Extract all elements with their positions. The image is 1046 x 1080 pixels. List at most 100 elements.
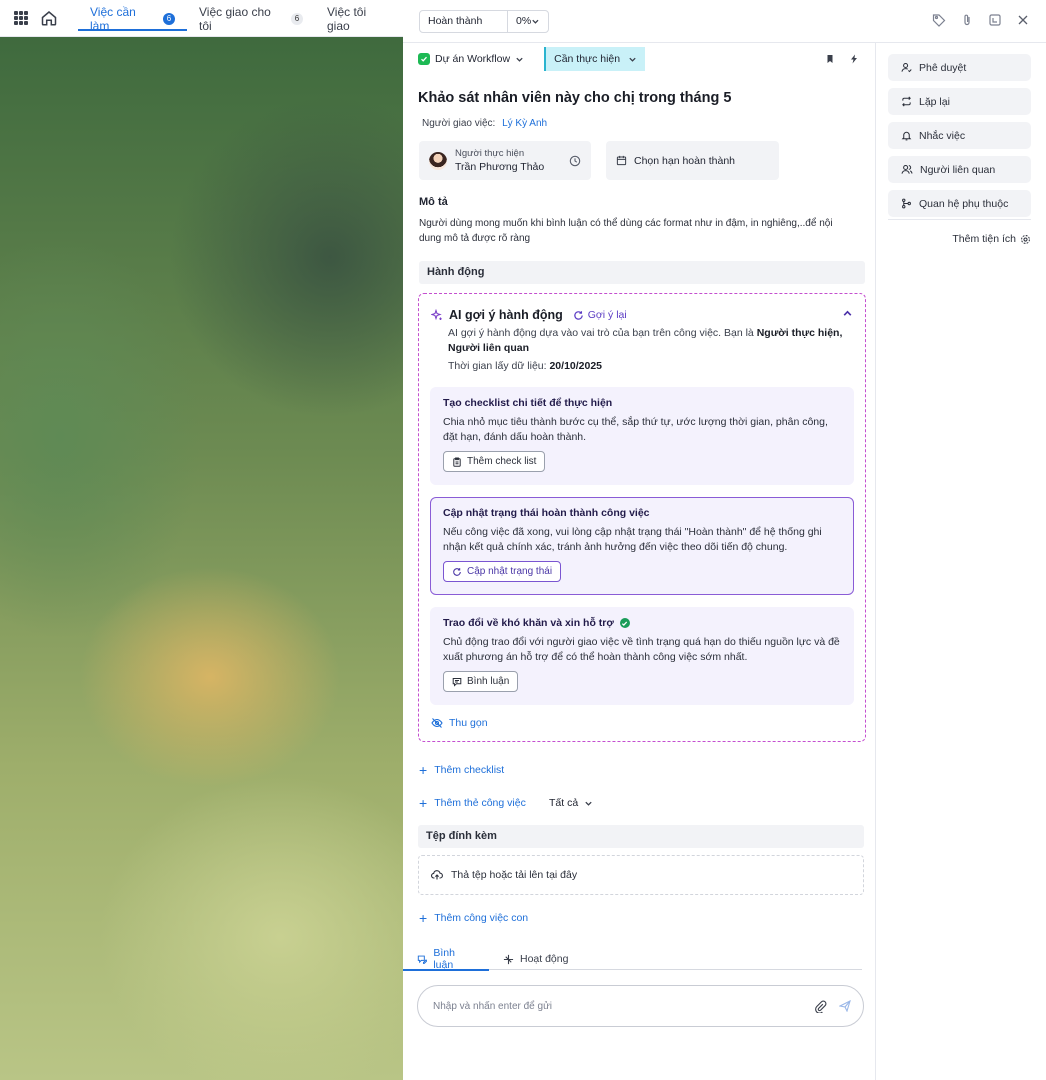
comment-placeholder: Nhập và nhấn enter để gửi bbox=[433, 1000, 552, 1012]
paperclip-icon[interactable] bbox=[814, 1000, 827, 1013]
app-topbar: Việc cần làm 6 Việc giao cho tôi 6 Việc … bbox=[0, 0, 403, 37]
add-checklist-label: Thêm checklist bbox=[434, 764, 505, 776]
progress-select[interactable]: 0% bbox=[508, 11, 548, 32]
sidebar-item-label: Người liên quan bbox=[920, 163, 996, 176]
assigner-link[interactable]: Lý Kỳ Anh bbox=[502, 118, 547, 129]
tab-label: Bình luận bbox=[433, 947, 455, 971]
sidebar-item-label: Quan hệ phụ thuộc bbox=[919, 197, 1009, 210]
avatar bbox=[429, 151, 447, 170]
deadline-field[interactable]: Chọn hạn hoàn thành bbox=[606, 141, 779, 180]
eye-off-icon bbox=[431, 718, 443, 728]
bookmark-icon[interactable] bbox=[825, 54, 835, 64]
paperclip-icon[interactable] bbox=[960, 13, 974, 27]
tab-viec-toi-giao[interactable]: Việc tôi giao bbox=[315, 0, 403, 37]
background-app-content bbox=[0, 37, 403, 1080]
app-grid-icon[interactable] bbox=[14, 11, 28, 25]
tab-viec-can-lam[interactable]: Việc cần làm 6 bbox=[78, 0, 187, 37]
chevron-down-icon bbox=[629, 57, 636, 62]
sidebar-item-label: Lặp lại bbox=[919, 95, 950, 108]
suggestion-desc: Nếu công việc đã xong, vui lòng cập nhật… bbox=[443, 526, 822, 553]
suggestion-title: Tạo checklist chi tiết để thực hiện bbox=[443, 397, 613, 409]
collapse-button[interactable]: Thu gọn bbox=[431, 717, 488, 729]
description-text[interactable]: Người dùng mong muốn khi bình luận có th… bbox=[419, 216, 849, 246]
check-circle-icon bbox=[619, 618, 630, 628]
repeat-icon bbox=[902, 96, 911, 107]
close-icon[interactable] bbox=[1016, 13, 1030, 27]
comment-icon bbox=[452, 677, 462, 687]
button-label: Cập nhật trạng thái bbox=[467, 566, 553, 577]
tab-activity[interactable]: Hoạt động bbox=[489, 948, 582, 970]
user-check-icon bbox=[901, 62, 912, 73]
executor-field[interactable]: Người thực hiện Trần Phương Thảo bbox=[419, 141, 591, 180]
chevron-down-icon bbox=[516, 57, 523, 62]
filter-value: Tất cả bbox=[549, 797, 579, 809]
task-main-content: Dự án Workflow Cần thực hiện Khảo sát nh… bbox=[403, 43, 876, 1080]
project-select[interactable]: Dự án Workflow bbox=[418, 53, 524, 65]
deadline-label: Chọn hạn hoàn thành bbox=[634, 154, 736, 167]
tag-filter-select[interactable]: Tất cả bbox=[549, 797, 593, 809]
tab-comments[interactable]: Bình luận bbox=[403, 947, 489, 971]
sidebar-divider bbox=[888, 219, 1031, 220]
comment-edit-icon bbox=[417, 955, 428, 964]
tab-label: Việc tôi giao bbox=[326, 4, 367, 33]
regenerate-button[interactable]: Gợi ý lại bbox=[573, 309, 627, 321]
home-icon[interactable] bbox=[40, 9, 58, 27]
sidebar-approval-button[interactable]: Phê duyệt bbox=[888, 54, 1031, 81]
suggestion-desc: Chia nhỏ mục tiêu thành bước cụ thể, sắp… bbox=[443, 416, 828, 443]
tab-label: Việc cần làm bbox=[90, 4, 136, 33]
ai-title: AI gợi ý hành động bbox=[449, 308, 563, 322]
regenerate-label: Gợi ý lại bbox=[587, 309, 627, 321]
actions-section-header: Hành động bbox=[419, 261, 865, 284]
comment-button[interactable]: Bình luận bbox=[443, 671, 519, 692]
comment-input-box[interactable]: Nhập và nhấn enter để gửi bbox=[417, 985, 864, 1027]
project-logo-icon bbox=[418, 53, 430, 65]
tab-viec-giao-cho-toi[interactable]: Việc giao cho tôi 6 bbox=[187, 0, 315, 37]
tab-label: Việc giao cho tôi bbox=[198, 4, 271, 33]
activity-tabs: Bình luận Hoạt động bbox=[403, 947, 862, 971]
sidebar-reminder-button[interactable]: Nhắc việc bbox=[888, 122, 1031, 149]
send-icon[interactable] bbox=[839, 1000, 851, 1012]
add-checklist-link[interactable]: + Thêm checklist bbox=[419, 762, 505, 778]
users-icon bbox=[901, 164, 913, 174]
sidebar-repeat-button[interactable]: Lặp lại bbox=[888, 88, 1031, 115]
subtask-icon[interactable] bbox=[988, 13, 1002, 27]
suggestion-desc: Chủ động trao đổi với người giao việc về… bbox=[443, 636, 840, 663]
suggestion-card-update-status: Cập nhật trạng thái hoàn thành công việc… bbox=[430, 497, 854, 595]
suggestion-card-checklist: Tạo checklist chi tiết để thực hiện Chia… bbox=[430, 387, 854, 485]
tab-count-badge: 6 bbox=[290, 12, 303, 25]
tab-label: Hoạt động bbox=[520, 953, 569, 965]
chevron-down-icon bbox=[585, 801, 592, 806]
add-tag-label: Thêm thẻ công việc bbox=[434, 797, 526, 809]
status-value[interactable]: Hoàn thành bbox=[420, 11, 508, 32]
ai-suggestions-box: AI gợi ý hành động Gợi ý lại AI gợi ý hà… bbox=[418, 293, 866, 742]
plus-icon: + bbox=[419, 795, 428, 811]
top-nav-tabs: Việc cần làm 6 Việc giao cho tôi 6 Việc … bbox=[78, 0, 403, 37]
sparkle-icon bbox=[431, 309, 442, 321]
tag-icon[interactable] bbox=[932, 13, 946, 27]
update-status-button[interactable]: Cập nhật trạng thái bbox=[443, 561, 562, 582]
clipboard-icon bbox=[453, 457, 461, 467]
chevron-up-icon[interactable] bbox=[842, 308, 853, 319]
sidebar-dependency-button[interactable]: Quan hệ phụ thuộc bbox=[888, 190, 1031, 217]
more-utilities-label: Thêm tiện ích bbox=[952, 233, 1016, 245]
ai-time-prefix: Thời gian lấy dữ liệu: bbox=[448, 360, 550, 372]
task-state-label: Cần thực hiện bbox=[554, 53, 621, 65]
executor-text: Người thực hiện Trần Phương Thảo bbox=[455, 148, 544, 173]
task-title[interactable]: Khảo sát nhân viên này cho chị trong thá… bbox=[418, 90, 731, 106]
more-utilities-button[interactable]: Thêm tiện ích bbox=[952, 233, 1031, 245]
ai-header: AI gợi ý hành động Gợi ý lại bbox=[431, 308, 627, 322]
task-state-select[interactable]: Cần thực hiện bbox=[544, 47, 646, 71]
project-row: Dự án Workflow Cần thực hiện bbox=[418, 47, 865, 71]
add-tag-link[interactable]: + Thêm thẻ công việc bbox=[419, 795, 526, 811]
add-checklist-button[interactable]: Thêm check list bbox=[443, 451, 546, 472]
suggestion-title: Trao đổi về khó khăn và xin hỗ trợ bbox=[443, 617, 614, 629]
sidebar-related-people-button[interactable]: Người liên quan bbox=[888, 156, 1031, 183]
plus-icon: + bbox=[419, 762, 428, 778]
file-dropzone[interactable]: Thả tệp hoặc tải lên tại đây bbox=[418, 855, 864, 895]
chevron-down-icon bbox=[532, 19, 539, 24]
lightning-icon[interactable] bbox=[849, 54, 859, 64]
attachments-section-header: Tệp đính kèm bbox=[418, 825, 864, 848]
clock-icon[interactable] bbox=[569, 155, 581, 167]
status-select[interactable]: Hoàn thành 0% bbox=[419, 10, 549, 33]
add-subtask-link[interactable]: + Thêm công việc con bbox=[419, 911, 528, 925]
